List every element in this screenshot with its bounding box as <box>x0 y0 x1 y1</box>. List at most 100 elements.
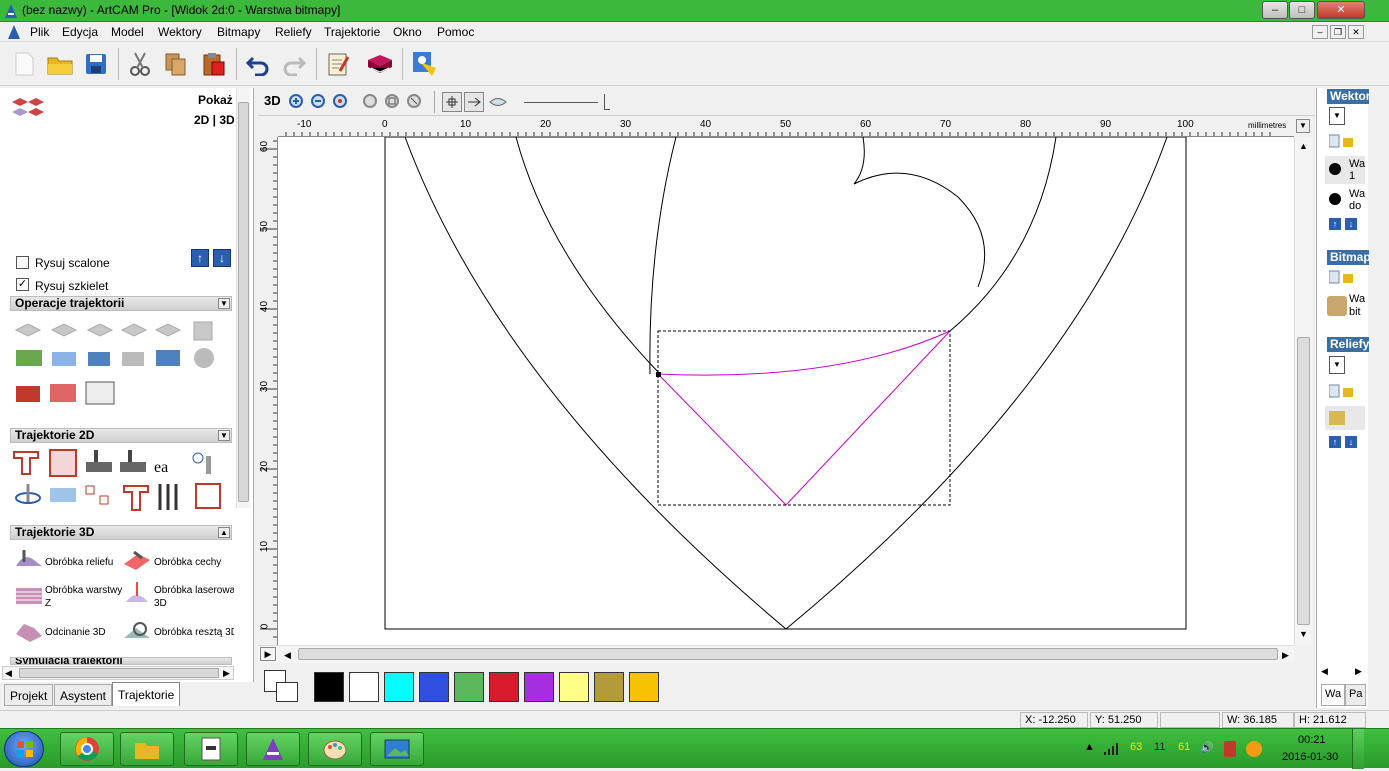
taskbar-photo-viewer-icon[interactable] <box>370 732 424 766</box>
help-assistant-icon[interactable] <box>408 48 440 80</box>
section-toolpath-simulation[interactable]: Symulacja trajektorii <box>10 657 232 665</box>
child-minimize-button[interactable]: – <box>1312 25 1328 39</box>
zoom-slider-track[interactable] <box>524 102 598 103</box>
tray-app-icon[interactable] <box>1224 741 1236 757</box>
tray-avast-icon[interactable] <box>1246 741 1262 757</box>
z-level-machining-label[interactable]: Obróbka warstwy <box>45 585 122 596</box>
relief-machining-label[interactable]: Obróbka reliefu <box>45 557 113 568</box>
drawing-canvas[interactable] <box>278 137 1294 645</box>
menu-model[interactable]: Model <box>111 25 144 39</box>
scroll-right-arrow-icon[interactable]: ▶ <box>223 668 230 679</box>
document-icon[interactable] <box>6 24 22 40</box>
menu-bitmapy[interactable]: Bitmapy <box>217 25 260 39</box>
left-panel-h-scrollbar[interactable]: ◀ ▶ <box>2 666 234 680</box>
palette-swatch-blue[interactable] <box>419 672 449 702</box>
clock-time[interactable]: 00:21 <box>1298 734 1326 746</box>
bitmap-layer[interactable]: Wa bit <box>1325 292 1365 320</box>
view-2d-3d-toggle[interactable]: 2D | 3D <box>194 113 235 127</box>
relief-up-arrow-icon[interactable]: ↑ <box>1329 436 1341 448</box>
paste-icon[interactable] <box>198 48 230 80</box>
left-panel-scrollbar[interactable] <box>236 88 250 508</box>
close-button[interactable]: ✕ <box>1317 1 1365 19</box>
snap-objects-icon[interactable] <box>464 92 484 112</box>
network-signal-icon[interactable] <box>1104 743 1120 755</box>
feature-machining-label[interactable]: Obróbka cechy <box>154 557 221 568</box>
menu-wektory[interactable]: Wektory <box>158 25 202 39</box>
tab-asystent[interactable]: Asystent <box>54 684 113 706</box>
move-down-arrow-icon[interactable]: ↓ <box>213 249 231 267</box>
menu-reliefy[interactable]: Reliefy <box>275 25 312 39</box>
cutout-3d-icon[interactable] <box>14 620 44 644</box>
menu-edycja[interactable]: Edycja <box>62 25 98 39</box>
tab-trajektorie[interactable]: Trajektorie <box>112 682 181 706</box>
expand-arrow-icon[interactable]: ▲ <box>218 527 230 538</box>
menu-plik[interactable]: Plik <box>30 25 49 39</box>
scrollbar-thumb[interactable] <box>298 648 1278 660</box>
section-toolpath-operations[interactable]: Operacje trajektorii ▼ <box>10 296 232 311</box>
zoom-box-icon[interactable] <box>384 93 402 114</box>
palette-swatch-black[interactable] <box>314 672 344 702</box>
section-toolpaths-3d[interactable]: Trajektorie 3D ▲ <box>10 525 232 540</box>
child-close-button[interactable]: ✕ <box>1348 25 1364 39</box>
scrollbar-thumb[interactable] <box>238 102 249 502</box>
scroll-right-toggle-icon[interactable]: ▶ <box>260 647 276 661</box>
rest-machining-3d-icon[interactable] <box>122 620 152 644</box>
show-desktop-button[interactable] <box>1352 729 1364 769</box>
menu-okno[interactable]: Okno <box>393 25 422 39</box>
maximize-button[interactable]: □ <box>1289 1 1315 19</box>
draw-skeleton-checkbox[interactable]: ✓ <box>16 278 29 291</box>
copy-icon[interactable] <box>160 48 192 80</box>
palette-swatch-gold[interactable] <box>629 672 659 702</box>
scroll-down-arrow-icon[interactable]: ▼ <box>1299 629 1308 639</box>
snap-grid-icon[interactable] <box>442 92 462 112</box>
notes-icon[interactable] <box>322 48 354 80</box>
taskbar-artcam-icon[interactable] <box>246 732 300 766</box>
palette-swatch-light-yellow[interactable] <box>559 672 589 702</box>
scroll-up-arrow-icon[interactable]: ▲ <box>1299 141 1308 151</box>
scroll-left-arrow-icon[interactable]: ◀ <box>284 650 291 661</box>
draw-merged-checkbox[interactable] <box>16 256 29 269</box>
palette-swatch-green[interactable] <box>454 672 484 702</box>
move-up-arrow-icon[interactable]: ↑ <box>191 249 209 267</box>
taskbar-explorer-icon[interactable] <box>120 732 174 766</box>
vectors-dropdown[interactable]: ▼ <box>1329 107 1345 125</box>
scroll-left-arrow-icon[interactable]: ◀ <box>1321 666 1328 677</box>
undo-icon[interactable] <box>242 48 274 80</box>
layer-visibility-icon[interactable] <box>1329 163 1341 175</box>
taskbar-paint-icon[interactable] <box>308 732 362 766</box>
layer-up-arrow-icon[interactable]: ↑ <box>1329 218 1341 230</box>
redo-icon[interactable] <box>278 48 310 80</box>
palette-swatch-purple[interactable] <box>524 672 554 702</box>
scrollbar-thumb[interactable] <box>19 668 219 678</box>
vector-layer-2[interactable]: Wa do <box>1325 186 1365 214</box>
scroll-right-arrow-icon[interactable]: ▶ <box>1355 666 1362 677</box>
scroll-right-arrow-icon[interactable]: ▶ <box>1282 650 1289 661</box>
feature-machining-icon[interactable] <box>122 548 152 572</box>
tab-right-pa[interactable]: Pa <box>1345 684 1367 706</box>
rest-machining-3d-label[interactable]: Obróbka resztą 3D <box>154 627 234 638</box>
new-file-icon[interactable] <box>8 48 40 80</box>
relief-layer-tools-icon[interactable] <box>1328 384 1363 398</box>
zoom-all-icon[interactable] <box>362 93 380 114</box>
relief-machining-icon[interactable] <box>14 548 44 572</box>
save-icon[interactable] <box>80 48 112 80</box>
zoom-selection-icon[interactable] <box>406 93 424 114</box>
reliefs-dropdown[interactable]: ▼ <box>1329 356 1345 374</box>
vector-layer-1[interactable]: Wa 1 <box>1325 156 1365 184</box>
zoom-in-icon[interactable] <box>288 93 306 114</box>
laser-machining-3d-label[interactable]: Obróbka laserowa <box>154 585 234 596</box>
secondary-color-swatch[interactable] <box>276 682 298 702</box>
section-toolpaths-2d[interactable]: Trajektorie 2D ▼ <box>10 428 232 443</box>
view-3d-button[interactable]: 3D <box>264 93 281 108</box>
collapse-arrow-icon[interactable]: ▼ <box>218 298 230 309</box>
collapse-arrow-icon[interactable]: ▼ <box>218 430 230 441</box>
taskbar-document-icon[interactable] <box>184 732 238 766</box>
palette-swatch-cyan[interactable] <box>384 672 414 702</box>
menu-pomoc[interactable]: Pomoc <box>437 25 474 39</box>
show-hidden-icons-icon[interactable]: ▲ <box>1084 741 1095 753</box>
relief-layer[interactable] <box>1325 406 1365 430</box>
relief-down-arrow-icon[interactable]: ↓ <box>1345 436 1357 448</box>
canvas-v-scrollbar[interactable]: ▲ ▼ <box>1294 137 1312 645</box>
laser-machining-3d-icon[interactable] <box>122 580 152 608</box>
open-folder-icon[interactable] <box>44 48 76 80</box>
